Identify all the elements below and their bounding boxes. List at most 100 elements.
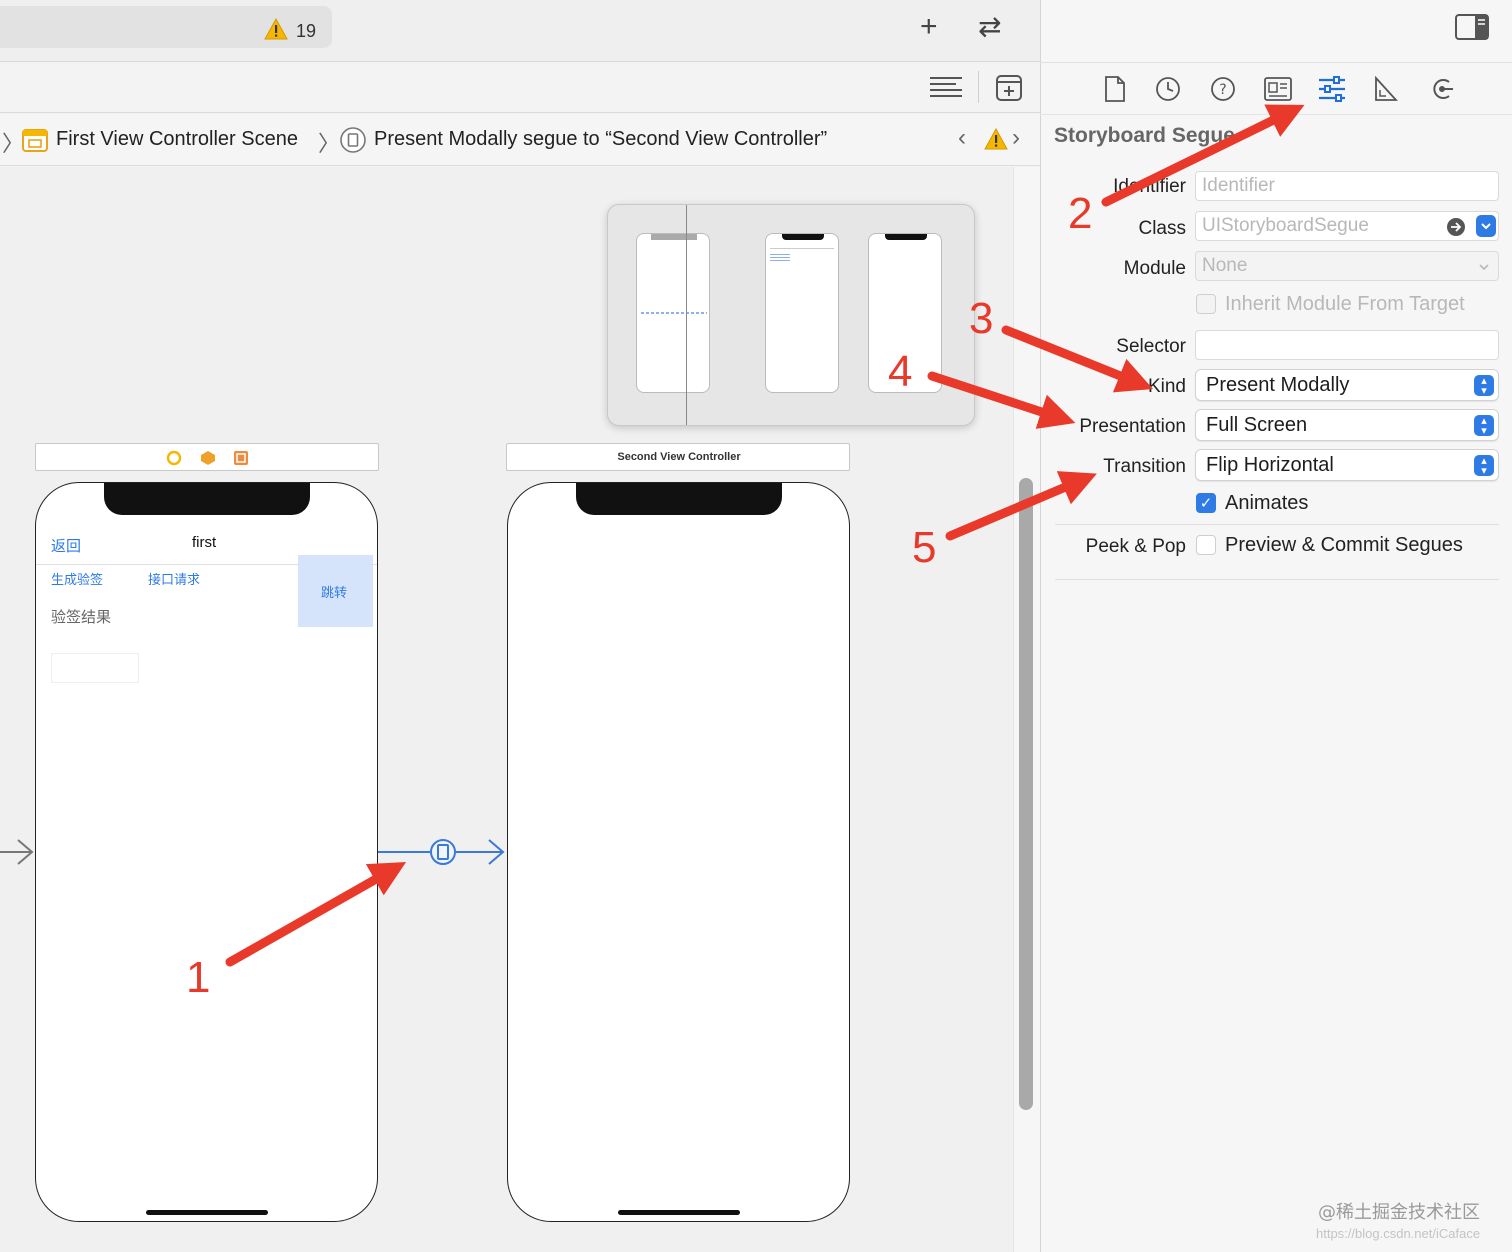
identifier-field[interactable]: Identifier (1195, 171, 1499, 201)
svg-text:?: ? (1219, 82, 1226, 98)
transition-popup[interactable]: Flip Horizontal ▴ ▾ (1195, 449, 1499, 481)
request-button[interactable]: 接口请求 (148, 569, 200, 588)
home-indicator (618, 1210, 740, 1215)
activity-view[interactable]: 19 (0, 6, 332, 48)
section-title: Storyboard Segue (1054, 124, 1235, 147)
minimap-viewport-edge (686, 205, 687, 425)
peek-pop-label: Peek & Pop (1085, 536, 1186, 557)
up-down-chevron-icon: ▴ ▾ (1474, 415, 1494, 437)
chevron-down-icon (1479, 264, 1489, 271)
swap-arrows-icon[interactable]: ⇄ (978, 12, 1001, 42)
identifier-placeholder: Identifier (1202, 175, 1275, 196)
nav-title: first (192, 534, 217, 551)
annotation-5: 5 (912, 523, 937, 572)
view-controller-icon (166, 450, 182, 466)
selector-field[interactable] (1195, 330, 1499, 360)
canvas-minimap[interactable] (607, 204, 975, 426)
back-button[interactable]: 返回 (51, 535, 81, 556)
annotation-2: 2 (1068, 189, 1093, 238)
minimap-notch (885, 234, 927, 240)
kind-value: Present Modally (1206, 374, 1350, 396)
watermark: @稀土掘金技术社区 (1318, 1202, 1480, 1223)
exit-icon (234, 451, 248, 465)
first-scene-bar[interactable] (35, 443, 379, 471)
add-editor-icon[interactable] (996, 75, 1022, 101)
arrow-circle-icon[interactable] (1446, 217, 1466, 237)
warning-icon[interactable] (984, 128, 1008, 150)
segue-icon (340, 127, 366, 153)
presentation-label: Presentation (1079, 416, 1186, 437)
scrollbar-thumb[interactable] (1019, 478, 1033, 1110)
peek-pop-value: Preview & Commit Segues (1225, 534, 1463, 556)
inherit-module-checkbox[interactable] (1196, 294, 1216, 314)
minimap-scene (636, 233, 710, 393)
home-indicator (146, 1210, 268, 1215)
chevron-left-icon[interactable]: ‹ (958, 124, 966, 152)
editor-options-bar (0, 63, 1040, 113)
chevron-right-icon[interactable]: › (1012, 124, 1020, 152)
plus-icon[interactable]: + (920, 12, 938, 42)
module-placeholder: None (1202, 255, 1248, 276)
help-inspector-icon[interactable]: ? (1210, 76, 1236, 102)
peek-pop-checkbox[interactable] (1196, 535, 1216, 555)
identity-inspector-icon[interactable] (1264, 77, 1292, 101)
sidebar-right-icon[interactable] (1455, 14, 1489, 40)
jump-button[interactable]: 跳转 (321, 582, 347, 601)
minimap-content (641, 312, 707, 314)
class-placeholder: UIStoryboardSegue (1202, 215, 1369, 236)
warning-count: 19 (296, 21, 317, 41)
breadcrumb-segue[interactable]: Present Modally segue to “Second View Co… (374, 128, 827, 151)
second-view-controller[interactable] (507, 482, 850, 1222)
class-label: Class (1138, 218, 1186, 239)
up-down-chevron-icon: ▴ ▾ (1474, 375, 1494, 397)
result-label: 验签结果 (51, 608, 112, 626)
module-field[interactable]: None (1195, 251, 1499, 281)
editor-options-icon[interactable] (929, 75, 963, 101)
class-field[interactable]: UIStoryboardSegue (1195, 211, 1499, 241)
presentation-popup[interactable]: Full Screen ▴ ▾ (1195, 409, 1499, 441)
annotation-1: 1 (186, 953, 211, 1002)
animates-label: Animates (1225, 492, 1309, 514)
scene-icon (22, 129, 48, 152)
attributes-inspector-icon[interactable] (1318, 76, 1346, 102)
class-dropdown-button[interactable] (1476, 215, 1496, 237)
watermark-url: https://blog.csdn.net/iCaface (1316, 1226, 1481, 1241)
inherit-module-label: Inherit Module From Target (1225, 293, 1465, 315)
minimap-notch (782, 234, 824, 240)
chevron-right-icon: 〉 (318, 131, 341, 156)
jump-bar: 〉 First View Controller Scene 〉 Present … (0, 114, 1040, 166)
divider (1040, 114, 1512, 115)
kind-popup[interactable]: Present Modally ▴ ▾ (1195, 369, 1499, 401)
phone-notch (104, 483, 310, 515)
first-responder-icon (201, 451, 215, 465)
second-scene-bar[interactable]: Second View Controller (506, 443, 850, 471)
breadcrumb-scene[interactable]: First View Controller Scene (56, 128, 298, 151)
divider (1055, 524, 1499, 525)
generate-sign-button[interactable]: 生成验签 (51, 569, 103, 588)
file-inspector-icon[interactable] (1104, 76, 1126, 102)
minimap-content (770, 254, 790, 262)
size-inspector-icon[interactable] (1374, 76, 1398, 102)
minimap-scene (765, 233, 839, 393)
segue-connection[interactable] (0, 830, 520, 874)
transition-label: Transition (1103, 456, 1186, 477)
up-down-chevron-icon: ▴ ▾ (1474, 455, 1494, 477)
divider (1040, 62, 1512, 63)
selector-label: Selector (1116, 336, 1186, 357)
module-label: Module (1123, 258, 1186, 279)
identifier-label: Identifier (1113, 176, 1186, 197)
toolbar: 19 + ⇄ (0, 0, 1040, 62)
history-inspector-icon[interactable] (1155, 76, 1181, 102)
result-text-field[interactable] (51, 653, 139, 683)
connections-inspector-icon[interactable] (1428, 76, 1454, 102)
phone-notch (576, 483, 782, 515)
annotation-4: 4 (888, 347, 913, 396)
scene-title: Second View Controller (617, 451, 741, 463)
warning-icon (264, 18, 288, 40)
divider (1055, 579, 1499, 580)
kind-label: Kind (1147, 376, 1186, 397)
divider (978, 71, 979, 103)
animates-checkbox[interactable]: ✓ (1196, 493, 1216, 513)
presentation-value: Full Screen (1206, 414, 1308, 436)
chevron-down-icon (1481, 223, 1491, 230)
